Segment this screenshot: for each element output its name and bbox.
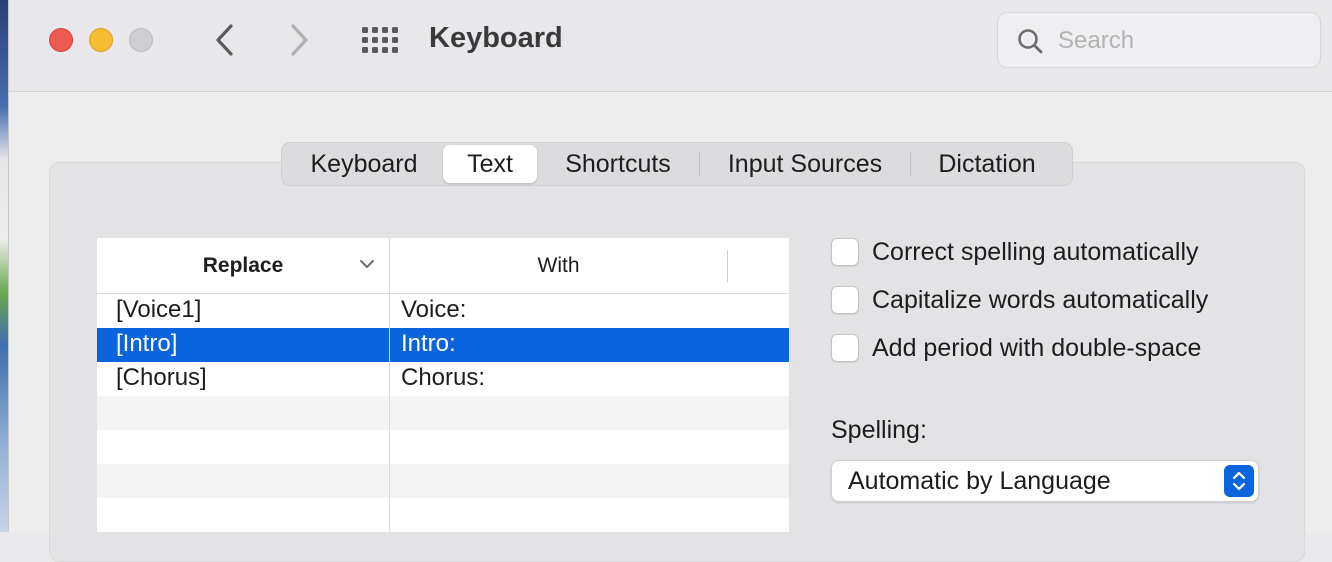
- option-label: Capitalize words automatically: [872, 285, 1209, 314]
- window-title: Keyboard: [429, 22, 563, 54]
- tab-text[interactable]: Text: [443, 145, 537, 183]
- tab-shortcuts[interactable]: Shortcuts: [537, 145, 699, 183]
- option-correct-spelling[interactable]: Correct spelling automatically: [831, 237, 1311, 267]
- empty-row: [97, 430, 789, 464]
- grid-icon: [362, 27, 398, 53]
- system-preferences-window: Keyboard Keyboard Text Shortcuts Input S…: [8, 0, 1332, 562]
- chevron-left-icon: [216, 24, 233, 56]
- double-space-period-checkbox[interactable]: [831, 334, 859, 362]
- with-cell[interactable]: Chorus:: [401, 364, 485, 392]
- option-double-space-period[interactable]: Add period with double-space: [831, 333, 1311, 363]
- up-down-chevron-icon: [1224, 465, 1254, 497]
- search-input[interactable]: [1058, 25, 1308, 57]
- empty-row: [97, 498, 789, 532]
- back-button[interactable]: [207, 20, 243, 60]
- table-row[interactable]: [Voice1] Voice:: [97, 294, 789, 328]
- column-header-replace[interactable]: Replace: [97, 238, 389, 294]
- spelling-select[interactable]: Automatic by Language: [831, 460, 1259, 502]
- search-icon: [1018, 29, 1043, 54]
- spelling-select-value: Automatic by Language: [848, 467, 1111, 495]
- correct-spelling-checkbox[interactable]: [831, 238, 859, 266]
- header-divider: [727, 250, 728, 282]
- with-cell[interactable]: Intro:: [401, 330, 456, 358]
- column-header-with[interactable]: With: [390, 238, 727, 294]
- column-header-with-label: With: [537, 254, 580, 277]
- capitalize-words-checkbox[interactable]: [831, 286, 859, 314]
- minimize-button[interactable]: [89, 28, 113, 52]
- empty-row: [97, 464, 789, 498]
- forward-button[interactable]: [281, 20, 317, 60]
- tab-keyboard[interactable]: Keyboard: [285, 145, 443, 183]
- text-replacement-table[interactable]: Replace With [Voice1] Voice: [Intro] Int…: [97, 238, 789, 532]
- replace-cell[interactable]: [Chorus]: [116, 364, 207, 392]
- show-all-button[interactable]: [359, 24, 399, 56]
- chevron-down-icon: [360, 260, 374, 268]
- empty-row: [97, 396, 789, 430]
- search-field[interactable]: [997, 12, 1321, 68]
- spelling-label: Spelling:: [831, 416, 927, 444]
- tab-dictation[interactable]: Dictation: [911, 145, 1063, 183]
- column-header-replace-label: Replace: [202, 254, 284, 277]
- option-label: Add period with double-space: [872, 333, 1202, 362]
- desktop-background: [0, 0, 8, 532]
- chevron-right-icon: [291, 24, 308, 56]
- tab-bar: Keyboard Text Shortcuts Input Sources Di…: [281, 142, 1073, 186]
- table-row-selected[interactable]: [Intro] Intro:: [97, 328, 789, 362]
- column-divider: [389, 238, 390, 532]
- with-cell[interactable]: Voice:: [401, 296, 466, 324]
- tab-input-sources[interactable]: Input Sources: [700, 145, 910, 183]
- table-row[interactable]: [Chorus] Chorus:: [97, 362, 789, 396]
- zoom-button[interactable]: [129, 28, 153, 52]
- table-rows: [Voice1] Voice: [Intro] Intro: [Chorus] …: [97, 294, 789, 532]
- table-header: Replace With: [97, 238, 789, 294]
- option-capitalize-words[interactable]: Capitalize words automatically: [831, 285, 1311, 315]
- replace-cell[interactable]: [Intro]: [116, 330, 177, 358]
- close-button[interactable]: [49, 28, 73, 52]
- titlebar: Keyboard: [9, 0, 1332, 92]
- replace-cell[interactable]: [Voice1]: [116, 296, 201, 324]
- option-label: Correct spelling automatically: [872, 237, 1199, 266]
